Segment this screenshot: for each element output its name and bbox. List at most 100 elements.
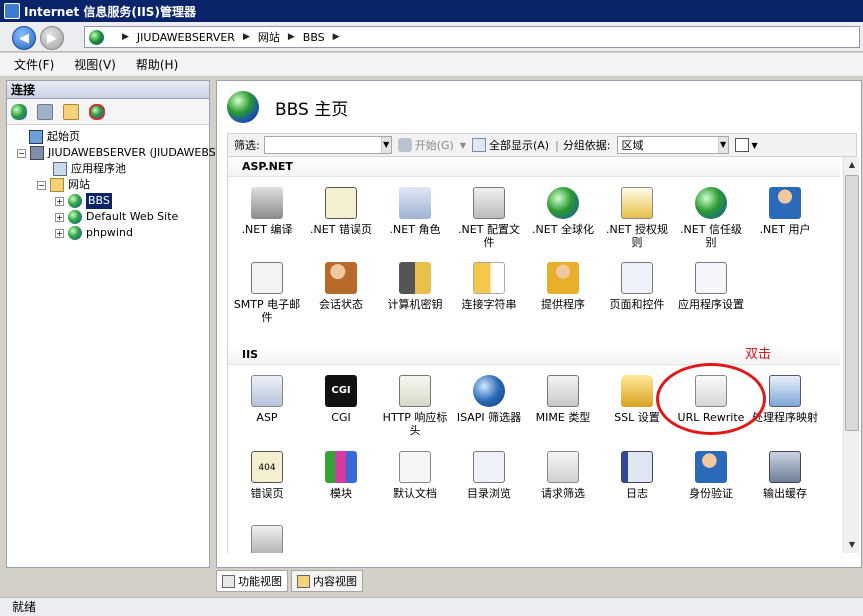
roles-icon [399, 187, 431, 219]
feature-http-response-headers[interactable]: HTTP 响应标头 [380, 375, 450, 437]
view-mode-button[interactable]: ▼ [734, 138, 758, 152]
dropdown-arrow-icon[interactable]: ▼ [460, 141, 466, 150]
feature-label: 目录浏览 [467, 487, 511, 500]
view-grid-icon [734, 138, 749, 152]
default-document-icon [399, 451, 431, 483]
handler-mappings-icon [769, 375, 801, 407]
feature-authentication[interactable]: 身份验证 [676, 451, 746, 500]
feature-label: 会话状态 [319, 298, 363, 311]
feature-session-state[interactable]: 会话状态 [306, 262, 376, 311]
feature-mime-types[interactable]: MIME 类型 [528, 375, 598, 424]
delete-connection-icon[interactable] [89, 103, 105, 120]
dropdown-arrow-icon[interactable]: ▼ [752, 141, 758, 150]
connect-icon[interactable] [11, 103, 27, 120]
feature-providers[interactable]: 提供程序 [528, 262, 598, 311]
feature-asp[interactable]: ASP [232, 375, 302, 424]
feature-net-trust-levels[interactable]: .NET 信任级别 [676, 187, 746, 249]
feature-label: 默认文档 [393, 487, 437, 500]
menu-file[interactable]: 文件(F) [14, 56, 54, 73]
binoculars-icon [397, 138, 412, 152]
site-globe-icon [227, 91, 259, 123]
address-box[interactable]: ▶ JIUDAWEBSERVER ▶ 网站 ▶ BBS ▶ [84, 26, 860, 48]
back-button[interactable]: ◀ [12, 26, 36, 50]
menu-view[interactable]: 视图(V) [74, 56, 116, 73]
start-label: 开始(G) [414, 139, 454, 152]
start-button[interactable]: 开始(G) ▼ [397, 137, 466, 153]
tree-item-bbs[interactable]: + BBS [7, 193, 209, 209]
feature-smtp-email[interactable]: SMTP 电子邮件 [232, 262, 302, 324]
feature-partial[interactable] [232, 525, 302, 553]
feature-net-authorization[interactable]: .NET 授权规则 [602, 187, 672, 249]
mime-icon [547, 375, 579, 407]
expand-icon[interactable]: + [55, 228, 64, 238]
expand-icon[interactable]: + [55, 196, 64, 206]
feature-label: 请求筛选 [541, 487, 585, 500]
feature-output-caching[interactable]: 输出缓存 [750, 451, 820, 500]
feature-app-settings[interactable]: 应用程序设置 [676, 262, 746, 311]
collapse-icon[interactable]: − [17, 148, 26, 158]
feature-label: CGI [331, 411, 351, 424]
show-all-icon [471, 138, 486, 152]
annotation-circle [656, 363, 766, 435]
expand-icon[interactable]: + [55, 212, 64, 222]
breadcrumb-server[interactable]: JIUDAWEBSERVER [137, 31, 235, 44]
feature-label: 连接字符串 [461, 298, 517, 311]
trust-check-icon [695, 187, 727, 219]
group-by-select[interactable]: 区域 ▼ [616, 136, 729, 154]
sites-folder-icon [50, 178, 64, 192]
feature-net-users[interactable]: .NET 用户 [750, 187, 820, 236]
profile-icon [473, 187, 505, 219]
tab-features-view[interactable]: 功能视图 [216, 570, 288, 592]
tree-item-start[interactable]: 起始页 [7, 129, 209, 145]
feature-modules[interactable]: 模块 [306, 451, 376, 500]
feature-net-roles[interactable]: .NET 角色 [380, 187, 450, 236]
globe-icon [89, 29, 104, 45]
feature-net-globalization[interactable]: .NET 全球化 [528, 187, 598, 236]
tree-item-server[interactable]: − JIUDAWEBSERVER (JIUDAWEBSE [7, 145, 223, 161]
feature-directory-browsing[interactable]: 目录浏览 [454, 451, 524, 500]
up-folder-icon[interactable] [63, 103, 79, 120]
feature-cgi[interactable]: CGI CGI [306, 375, 376, 424]
tree-item-phpwind[interactable]: + phpwind [7, 225, 209, 241]
feature-connection-strings[interactable]: 连接字符串 [454, 262, 524, 311]
collapse-icon[interactable]: − [37, 180, 46, 190]
feature-request-filtering[interactable]: 请求筛选 [528, 451, 598, 500]
feature-label: 计算机密钥 [387, 298, 443, 311]
error-icon-text: 404 [258, 463, 276, 473]
feature-machine-key[interactable]: 计算机密钥 [380, 262, 450, 311]
feature-net-error-pages[interactable]: .NET 错误页 [306, 187, 376, 236]
tree-item-sites[interactable]: − 网站 [7, 177, 209, 193]
feature-label: 应用程序设置 [678, 298, 744, 311]
group-header-aspnet: ASP.NET [228, 157, 840, 177]
dropdown-arrow-icon[interactable]: ▼ [380, 137, 391, 153]
status-bar: 就绪 [0, 597, 863, 616]
authentication-icon [695, 451, 727, 483]
feature-label: .NET 授权规则 [606, 223, 668, 249]
breadcrumb-sites[interactable]: 网站 [258, 29, 280, 45]
scrollbar-thumb[interactable] [845, 175, 859, 431]
save-icon[interactable] [37, 103, 53, 120]
tab-content-view[interactable]: 内容视图 [291, 570, 363, 592]
menu-help[interactable]: 帮助(H) [136, 56, 178, 73]
filter-input[interactable]: ▼ [263, 136, 392, 154]
machine-key-icon [399, 262, 431, 294]
group-by: 分组依据: 区域 ▼ [563, 136, 729, 154]
tree-item-apppool[interactable]: 应用程序池 [7, 161, 209, 177]
feature-net-compilation[interactable]: .NET 编译 [232, 187, 302, 236]
feature-pages-controls[interactable]: 页面和控件 [602, 262, 672, 311]
dropdown-arrow-icon[interactable]: ▼ [717, 137, 728, 153]
breadcrumb-bbs[interactable]: BBS [303, 31, 325, 44]
tree-item-default-site[interactable]: + Default Web Site [7, 209, 209, 225]
feature-net-profile[interactable]: .NET 配置文件 [454, 187, 524, 249]
feature-default-document[interactable]: 默认文档 [380, 451, 450, 500]
feature-error-pages[interactable]: 404 错误页 [232, 451, 302, 500]
vertical-scrollbar[interactable]: ▲ ▼ [843, 157, 859, 553]
app-pool-icon [53, 162, 67, 176]
forward-button[interactable]: ▶ [40, 26, 64, 50]
scroll-up-icon[interactable]: ▲ [845, 158, 859, 172]
scroll-down-icon[interactable]: ▼ [845, 538, 859, 552]
feature-isapi-filters[interactable]: ISAPI 筛选器 [454, 375, 524, 424]
show-all-button[interactable]: 全部显示(A) [471, 137, 549, 153]
feature-logging[interactable]: 日志 [602, 451, 672, 500]
connections-header: 连接 [7, 81, 209, 99]
